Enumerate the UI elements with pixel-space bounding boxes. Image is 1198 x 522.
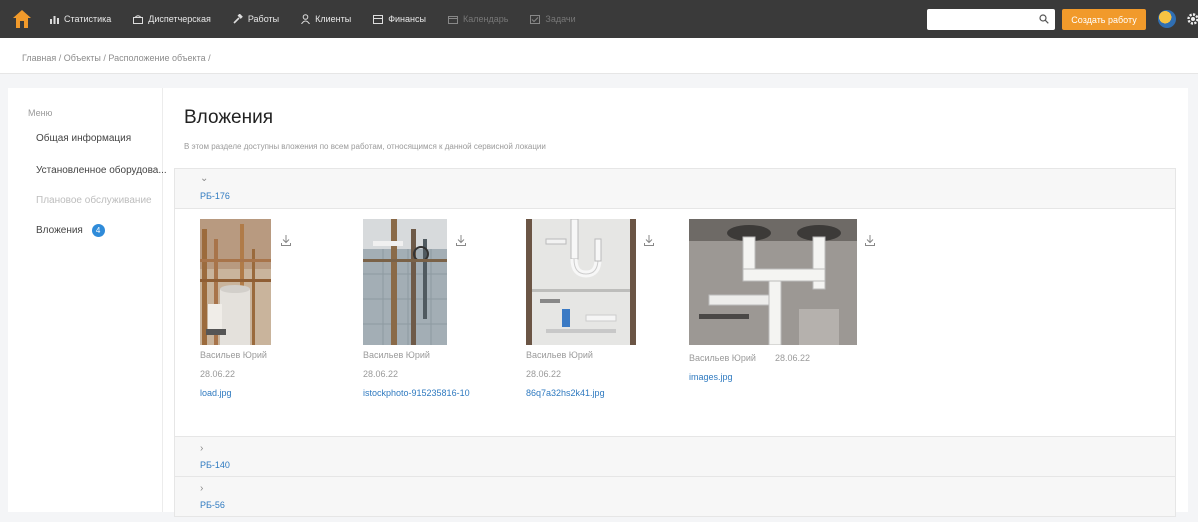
user-icon <box>301 14 311 24</box>
attachment-date: 28.06.22 <box>775 353 811 363</box>
nav-item-finance[interactable]: Финансы <box>373 14 426 24</box>
download-icon[interactable] <box>644 235 654 249</box>
chevron-right-icon[interactable]: › <box>200 483 203 494</box>
sidebar-item-equipment[interactable]: Установленное оборудова... <box>36 165 167 176</box>
breadcrumb: Главная / Объекты / Расположение объекта… <box>0 38 1198 74</box>
nav-item-statistics[interactable]: Статистика <box>50 14 111 24</box>
tasks-icon <box>530 14 541 24</box>
hammer-icon <box>233 14 243 24</box>
attachment-author: Васильев Юрий <box>363 350 430 360</box>
app-logo-icon[interactable] <box>8 5 36 33</box>
attachment-thumbnail[interactable] <box>526 219 636 345</box>
group-header-rb176[interactable]: ⌄ РБ-176 <box>174 168 1176 209</box>
attachment-date: 28.06.22 <box>526 369 562 379</box>
chevron-right-icon[interactable]: › <box>200 443 203 454</box>
content-card: Меню Общая информация Установленное обор… <box>8 88 1188 517</box>
user-avatar[interactable] <box>1158 10 1176 28</box>
search-input[interactable] <box>927 9 1055 30</box>
attachment-filename-link[interactable]: istockphoto-915235816-10 <box>363 388 470 398</box>
nav-item-label: Задачи <box>545 14 576 24</box>
nav-item-calendar[interactable]: Календарь <box>447 14 509 24</box>
chart-icon <box>50 15 59 24</box>
group-name[interactable]: РБ-140 <box>200 460 230 470</box>
finance-icon <box>373 14 384 24</box>
gear-icon[interactable] <box>1186 12 1198 29</box>
attachment-filename-link[interactable]: 86q7a32hs2k41.jpg <box>526 388 605 398</box>
nav-item-tasks[interactable]: Задачи <box>530 14 576 24</box>
group-body-rb176: Васильев Юрий 28.06.22 load.jpg Васильев… <box>174 209 1176 437</box>
page-description: В этом разделе доступны вложения по всем… <box>184 142 546 151</box>
chevron-down-icon[interactable]: ⌄ <box>200 173 208 184</box>
attachment-author: Васильев Юрий <box>200 350 267 360</box>
nav-item-label: Клиенты <box>315 14 352 24</box>
attachment-filename-link[interactable]: load.jpg <box>200 388 232 398</box>
nav-item-label: Работы <box>247 14 280 24</box>
attachment-filename-link[interactable]: images.jpg <box>689 372 733 382</box>
attachment-card: Васильев Юрий 28.06.22 istockphoto-91523… <box>363 219 513 429</box>
page-title: Вложения <box>184 107 273 128</box>
sidebar-title: Меню <box>28 108 53 118</box>
download-icon[interactable] <box>281 235 291 249</box>
nav-item-works[interactable]: Работы <box>233 14 279 24</box>
dispatch-icon <box>133 14 144 24</box>
group-header-rb140[interactable]: › РБ-140 <box>174 436 1176 477</box>
sidebar-item-label: Вложения <box>36 225 83 237</box>
download-icon[interactable] <box>456 235 466 249</box>
nav-item-label: Диспетчерская <box>148 14 211 24</box>
main-nav: Статистика Диспетчерская Работы Клиенты … <box>50 0 598 38</box>
calendar-icon <box>447 15 458 24</box>
attachment-thumbnail[interactable] <box>689 219 857 345</box>
attachment-thumbnail[interactable] <box>363 219 447 345</box>
attachment-card: Васильев Юрий 28.06.22 images.jpg <box>689 219 889 429</box>
group-name[interactable]: РБ-176 <box>200 191 230 201</box>
top-navigation-bar: Статистика Диспетчерская Работы Клиенты … <box>0 0 1198 38</box>
attachments-panel: Вложения В этом разделе доступны вложени… <box>174 88 1176 517</box>
attachment-date: 28.06.22 <box>363 369 399 379</box>
attachment-author: Васильев Юрий <box>689 353 756 363</box>
group-name[interactable]: РБ-56 <box>200 500 225 510</box>
attachment-date: 28.06.22 <box>200 369 236 379</box>
attachment-thumbnail[interactable] <box>200 219 271 345</box>
nav-item-clients[interactable]: Клиенты <box>301 14 351 24</box>
sidebar-menu: Меню Общая информация Установленное обор… <box>8 88 167 512</box>
attachment-card: Васильев Юрий 28.06.22 86q7a32hs2k41.jpg <box>526 219 676 429</box>
attachment-card: Васильев Юрий 28.06.22 load.jpg <box>200 219 350 429</box>
search-icon <box>1039 14 1049 27</box>
group-header-rb56[interactable]: › РБ-56 <box>174 476 1176 517</box>
nav-item-label: Финансы <box>388 14 426 24</box>
breadcrumb-path[interactable]: Главная / Объекты / Расположение объекта… <box>22 53 211 63</box>
download-icon[interactable] <box>865 235 875 249</box>
attachments-count-badge: 4 <box>91 224 105 237</box>
sidebar-item-general-info[interactable]: Общая информация <box>36 133 131 144</box>
nav-item-dispatch[interactable]: Диспетчерская <box>133 14 211 24</box>
create-work-button[interactable]: Создать работу <box>1062 9 1146 30</box>
nav-item-label: Календарь <box>462 14 509 24</box>
attachment-author: Васильев Юрий <box>526 350 593 360</box>
nav-item-label: Статистика <box>64 14 112 24</box>
sidebar-item-maintenance: Плановое обслуживание <box>36 195 152 206</box>
sidebar-item-attachments[interactable]: Вложения 4 <box>36 224 105 237</box>
